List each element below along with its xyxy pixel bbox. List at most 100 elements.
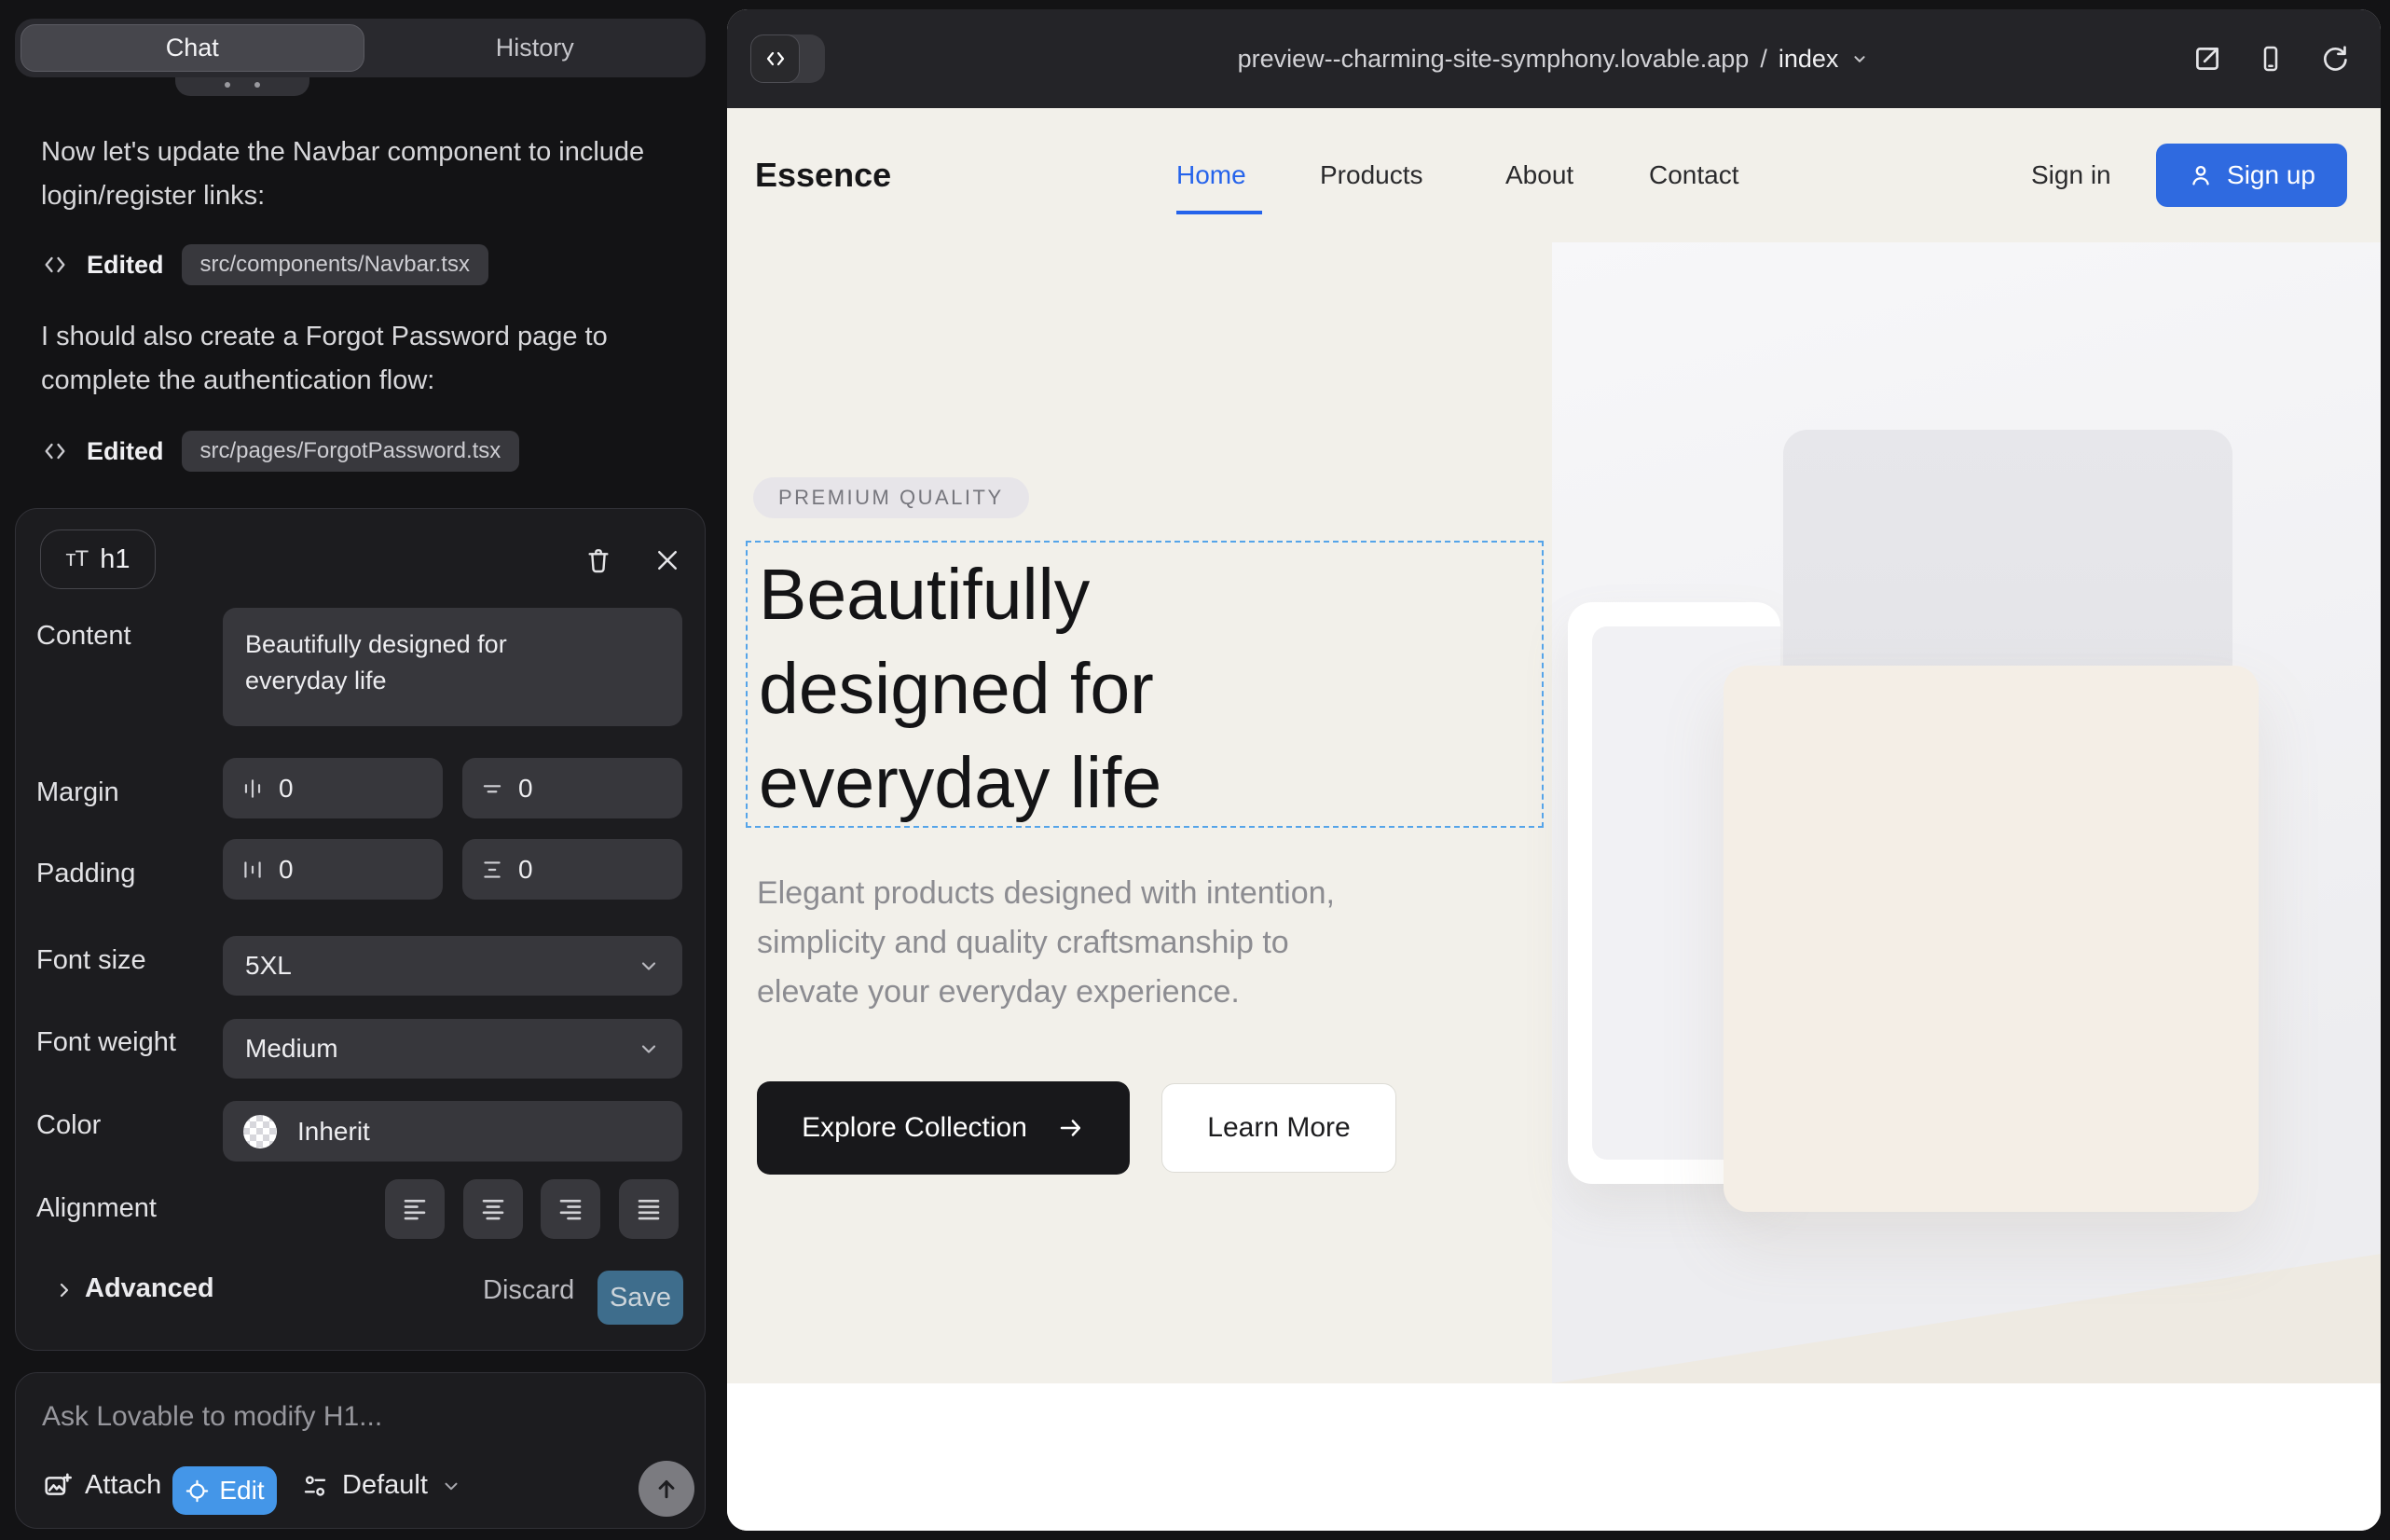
margin-y-input[interactable]: 0 — [462, 758, 682, 818]
padding-x-value: 0 — [279, 855, 294, 885]
mode-selector[interactable]: Default — [301, 1470, 461, 1501]
font-weight-select[interactable]: Medium — [223, 1019, 682, 1079]
align-right-icon — [556, 1195, 584, 1223]
site-logo[interactable]: Essence — [755, 108, 891, 242]
url-bar[interactable]: preview--charming-site-symphony.lovable.… — [727, 9, 2381, 108]
edit-mode-button[interactable]: Edit — [172, 1466, 277, 1515]
sliders-icon — [301, 1472, 329, 1500]
send-button[interactable] — [639, 1461, 694, 1517]
alignment-label: Alignment — [36, 1193, 157, 1224]
nav-link-about[interactable]: About — [1505, 108, 1573, 242]
hero-heading-line: Beautifully — [759, 548, 1161, 642]
site-canvas: Essence Home Products About Contact Sign… — [727, 108, 2381, 1531]
premium-quality-badge: PREMIUM QUALITY — [753, 477, 1029, 518]
color-field[interactable]: Inherit — [223, 1101, 682, 1162]
advanced-label[interactable]: Advanced — [85, 1273, 214, 1304]
url-page: index — [1779, 45, 1839, 74]
tab-chat[interactable]: Chat — [21, 24, 364, 72]
align-left-button[interactable] — [385, 1179, 445, 1239]
open-in-new-tab-button[interactable] — [2187, 38, 2228, 79]
selected-element-chip[interactable]: тT h1 — [40, 529, 156, 589]
align-justify-button[interactable] — [619, 1179, 679, 1239]
color-swatch — [243, 1115, 277, 1148]
chevron-down-icon — [638, 1038, 660, 1060]
hero-card-beige — [1724, 666, 2259, 1212]
sign-up-label: Sign up — [2227, 160, 2315, 190]
margin-x-input[interactable]: 0 — [223, 758, 443, 818]
hero-paragraph-line: simplicity and quality craftsmanship to — [757, 918, 1335, 968]
delete-element-button[interactable] — [581, 543, 616, 578]
smartphone-icon — [2256, 44, 2286, 74]
margin-horizontal-icon — [240, 777, 265, 801]
sign-in-link[interactable]: Sign in — [2031, 108, 2111, 242]
attach-label: Attach — [85, 1470, 161, 1501]
edited-label: Edited — [87, 437, 164, 466]
edited-label: Edited — [87, 251, 164, 280]
refresh-button[interactable] — [2314, 38, 2355, 79]
hero-paragraph-line: Elegant products designed with intention… — [757, 869, 1335, 918]
color-value: Inherit — [297, 1117, 370, 1147]
file-chip[interactable]: src/components/Navbar.tsx — [182, 244, 488, 285]
url-separator: / — [1760, 45, 1767, 74]
chevron-right-icon — [53, 1279, 76, 1301]
nav-link-products[interactable]: Products — [1320, 108, 1423, 242]
chat-history-tabs: Chat History — [15, 19, 706, 77]
element-tag-label: h1 — [100, 544, 130, 575]
margin-x-value: 0 — [279, 774, 294, 804]
nav-active-underline — [1176, 211, 1262, 214]
edited-file-row[interactable]: Edited src/components/Navbar.tsx — [41, 244, 488, 285]
align-right-button[interactable] — [541, 1179, 600, 1239]
align-justify-icon — [635, 1195, 663, 1223]
arrow-right-icon — [1057, 1114, 1085, 1142]
close-editor-button[interactable] — [650, 543, 685, 578]
hero-heading-line: designed for — [759, 642, 1161, 736]
tab-history[interactable]: History — [364, 19, 707, 77]
trash-icon — [584, 545, 613, 575]
element-editor-panel: тT h1 Content Beautifully designed for e… — [15, 508, 706, 1351]
hero-paragraph: Elegant products designed with intention… — [757, 869, 1335, 1017]
font-size-select[interactable]: 5XL — [223, 936, 682, 996]
chat-input-panel[interactable]: Ask Lovable to modify H1... Attach Edit … — [15, 1372, 706, 1529]
code-icon — [41, 437, 69, 465]
padding-x-input[interactable]: 0 — [223, 839, 443, 900]
save-button[interactable]: Save — [598, 1271, 683, 1325]
content-value-line: Beautifully designed for — [245, 626, 507, 663]
explore-collection-button[interactable]: Explore Collection — [757, 1081, 1130, 1175]
padding-y-input[interactable]: 0 — [462, 839, 682, 900]
discard-button[interactable]: Discard — [483, 1275, 574, 1306]
chevron-down-icon — [1849, 48, 1870, 69]
align-center-button[interactable] — [463, 1179, 523, 1239]
attach-button[interactable]: Attach — [42, 1470, 161, 1501]
chat-input-placeholder: Ask Lovable to modify H1... — [42, 1401, 382, 1433]
content-label: Content — [36, 621, 131, 652]
mobile-view-button[interactable] — [2250, 38, 2291, 79]
content-textarea[interactable]: Beautifully designed for everyday life — [223, 608, 682, 726]
site-navbar: Essence Home Products About Contact Sign… — [727, 108, 2381, 242]
person-icon — [2188, 162, 2214, 188]
content-value-line: everyday life — [245, 663, 507, 699]
file-chip[interactable]: src/pages/ForgotPassword.tsx — [182, 431, 520, 472]
font-weight-value: Medium — [245, 1034, 338, 1064]
font-weight-label: Font weight — [36, 1027, 176, 1058]
edited-file-row[interactable]: Edited src/pages/ForgotPassword.tsx — [41, 431, 519, 472]
padding-vertical-icon — [480, 858, 504, 882]
nav-link-home[interactable]: Home — [1176, 108, 1246, 242]
advanced-toggle[interactable] — [53, 1279, 76, 1301]
padding-horizontal-icon — [240, 858, 265, 882]
nav-link-contact[interactable]: Contact — [1649, 108, 1739, 242]
learn-more-button[interactable]: Learn More — [1161, 1083, 1396, 1173]
arrow-up-icon — [652, 1475, 680, 1503]
hero-heading[interactable]: Beautifully designed for everyday life — [759, 548, 1161, 831]
edit-label: Edit — [219, 1476, 264, 1506]
refresh-icon — [2319, 44, 2349, 74]
margin-vertical-icon — [480, 777, 504, 801]
assistant-message: Now let's update the Navbar component to… — [41, 131, 666, 218]
padding-label: Padding — [36, 859, 135, 889]
color-label: Color — [36, 1110, 101, 1141]
explore-collection-label: Explore Collection — [802, 1112, 1027, 1144]
align-left-icon — [401, 1195, 429, 1223]
sign-up-button[interactable]: Sign up — [2156, 144, 2347, 207]
align-center-icon — [479, 1195, 507, 1223]
mode-label: Default — [342, 1470, 428, 1501]
typography-icon: тT — [66, 546, 89, 572]
